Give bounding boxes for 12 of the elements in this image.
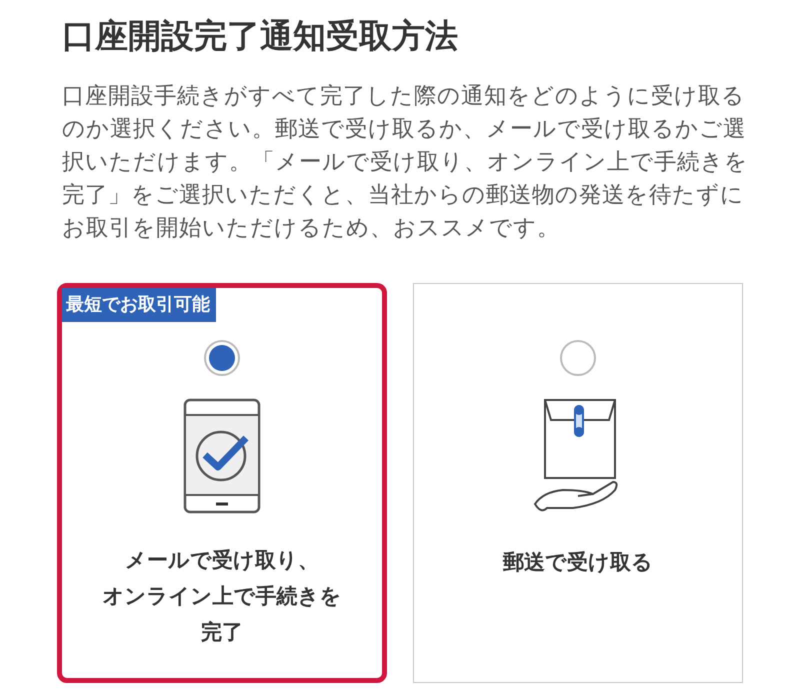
option-label: メールで受け取り、 — [125, 547, 319, 574]
option-label: 郵送で受け取る — [503, 549, 653, 576]
option-label: オンライン上で手続きを — [102, 583, 342, 610]
option-card[interactable]: 郵送で受け取る — [413, 283, 743, 683]
page-title: 口座開設完了通知受取方法 — [62, 15, 459, 57]
radio-button[interactable] — [560, 340, 596, 376]
option-card[interactable]: 最短でお取引可能 メールで受け取り、 オンライン上で手続きを 完了 — [57, 283, 387, 683]
badge: 最短でお取引可能 — [62, 288, 216, 322]
option-label: 完了 — [201, 619, 243, 646]
description-text: 口座開設手続きがすべて完了した際の通知をどのように受け取るのか選択ください。郵送で受け取るか、メールで受け取るかご選択いただけます。「メールで受け取り、オンライン上で手続きを完了」をご選択いただくと、当社からの郵送物の発送を待たずにお取引を開始いただけるため、おススメです。 — [62, 82, 749, 243]
radio-button[interactable] — [204, 340, 240, 376]
smartphone-check-icon — [183, 398, 261, 514]
